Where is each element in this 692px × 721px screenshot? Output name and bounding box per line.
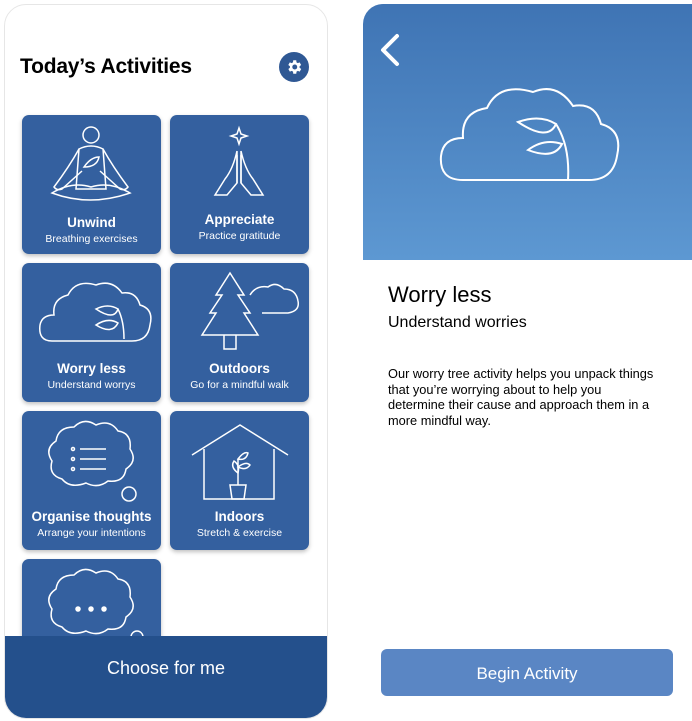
activity-tile-worry-less[interactable]: Worry less Understand worrys — [22, 263, 161, 402]
tile-subtitle: Go for a mindful walk — [190, 379, 289, 391]
cloud-leaf-icon — [39, 282, 152, 342]
tile-title: Appreciate — [204, 212, 275, 227]
page-title: Today’s Activities — [20, 55, 192, 78]
activity-tile-indoors[interactable]: Indoors Stretch & exercise — [170, 411, 309, 550]
activities-screen: Today’s Activities Unwind Breathing exer… — [4, 4, 328, 719]
activity-subtitle: Understand worries — [388, 314, 527, 331]
tile-subtitle: Arrange your intentions — [37, 527, 146, 539]
tile-title: Indoors — [214, 509, 265, 524]
tile-subtitle: Breathing exercises — [45, 233, 138, 245]
begin-activity-button[interactable]: Begin Activity — [381, 649, 673, 696]
hero-banner — [363, 4, 692, 260]
praying-hands-icon — [213, 125, 265, 196]
gear-icon — [288, 60, 302, 74]
thought-list-icon — [48, 420, 137, 502]
activity-detail-screen: Worry less Understand worries Our worry … — [363, 4, 692, 717]
activity-tile-unwind[interactable]: Unwind Breathing exercises — [22, 115, 161, 254]
house-plant-icon — [191, 424, 289, 500]
choose-for-me-button[interactable]: Choose for me — [5, 636, 327, 718]
activity-tile-organise-thoughts[interactable]: Organise thoughts Arrange your intention… — [22, 411, 161, 550]
activity-tile-appreciate[interactable]: Appreciate Practice gratitude — [170, 115, 309, 254]
tile-title: Outdoors — [209, 361, 270, 376]
tile-title: Worry less — [57, 361, 126, 376]
cloud-leaf-icon — [439, 88, 620, 181]
settings-button[interactable] — [279, 52, 309, 82]
tile-subtitle: Understand worrys — [47, 379, 136, 391]
tile-title: Organise thoughts — [31, 509, 152, 524]
activity-title: Worry less — [388, 282, 492, 307]
tile-subtitle: Stretch & exercise — [196, 527, 283, 539]
back-chevron-icon[interactable] — [375, 30, 405, 70]
tree-icon — [200, 271, 300, 350]
activity-tile-outdoors[interactable]: Outdoors Go for a mindful walk — [170, 263, 309, 402]
tile-title: Unwind — [67, 215, 116, 230]
activity-description: Our worry tree activity helps you unpack… — [388, 366, 654, 428]
tile-subtitle: Practice gratitude — [198, 230, 281, 242]
meditation-icon — [50, 126, 132, 201]
